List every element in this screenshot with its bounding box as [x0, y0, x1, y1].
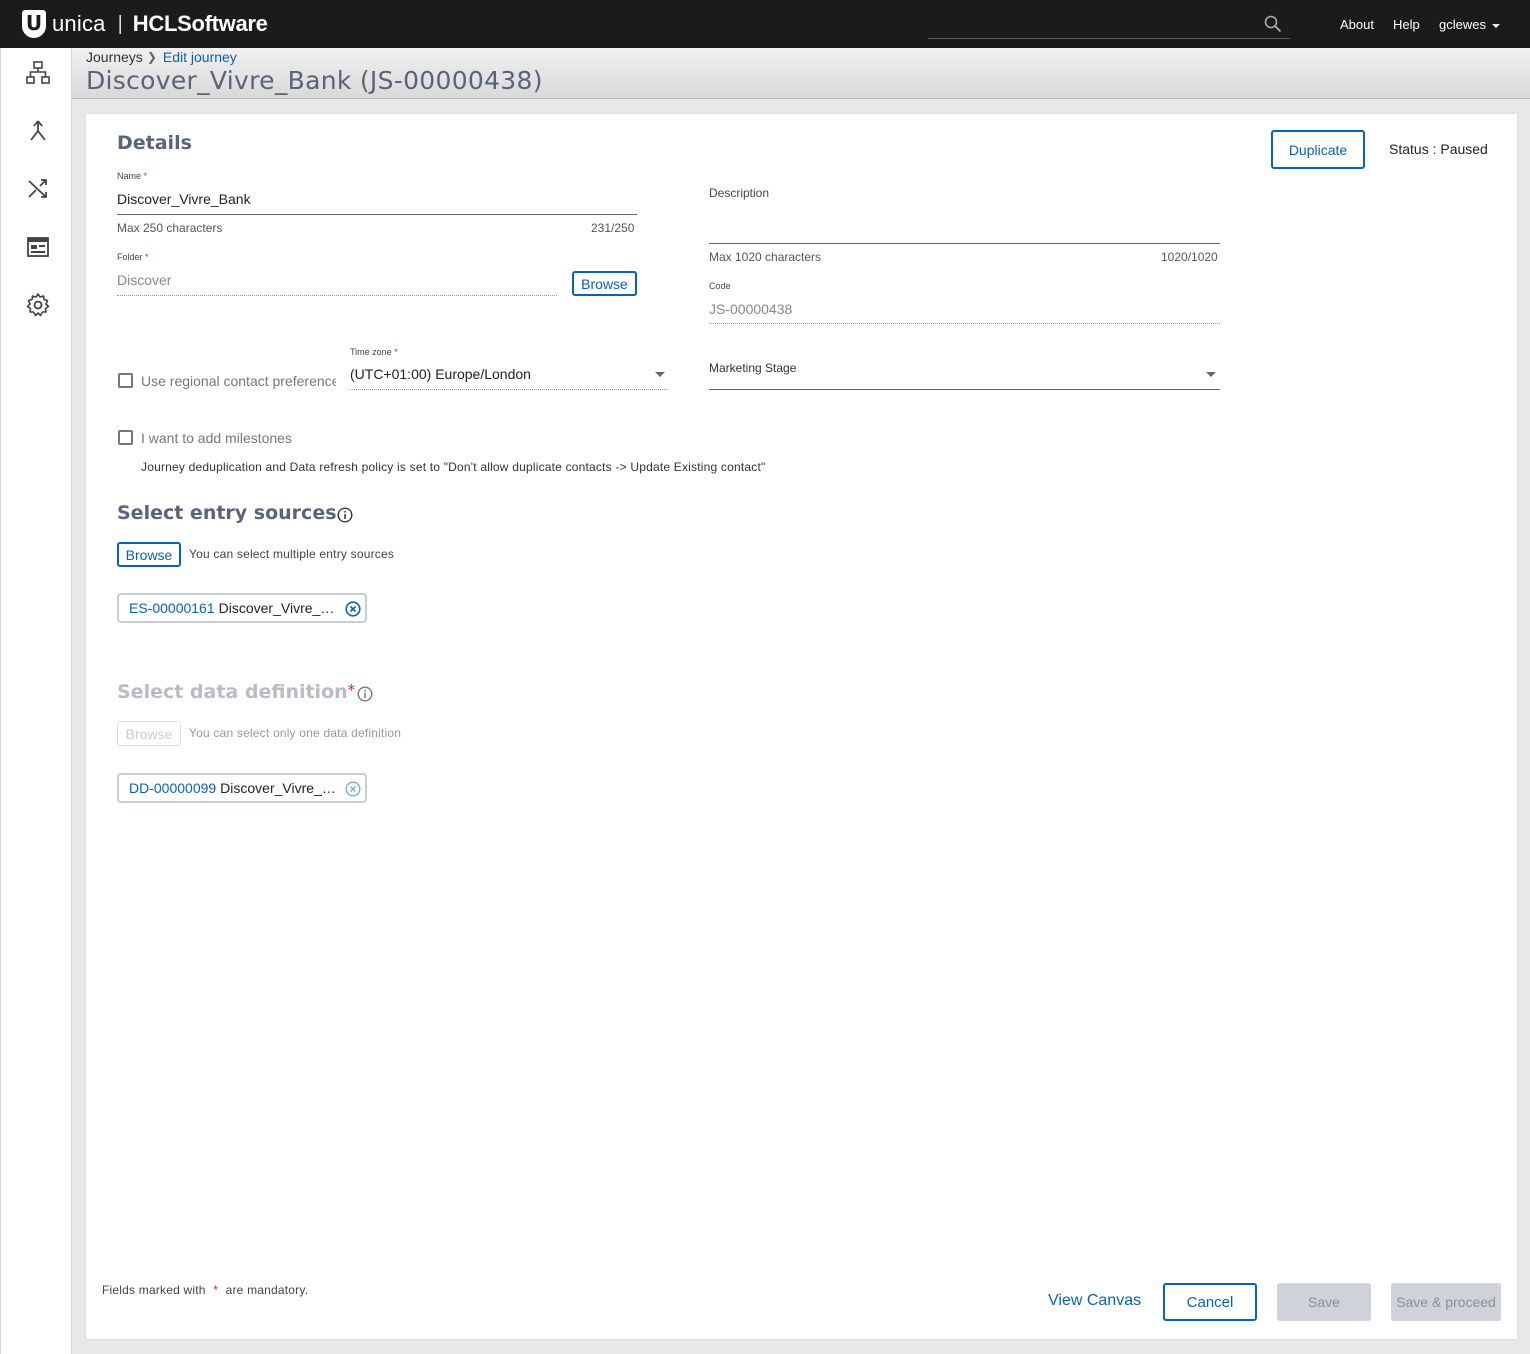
breadcrumb: Journeys ❯ Edit journey [86, 49, 237, 65]
name-field[interactable]: Discover_Vivre_Bank [117, 191, 251, 207]
data-definition-code[interactable]: DD-00000099 [129, 780, 216, 796]
entry-sources-hint: You can select multiple entry sources [189, 547, 395, 561]
description-char-count: 1020/1020 [1161, 250, 1218, 264]
page-header: Journeys ❯ Edit journey Discover_Vivre_B… [72, 48, 1530, 99]
description-field[interactable] [709, 214, 1219, 234]
entry-source-code[interactable]: ES-00000161 [129, 600, 215, 616]
entry-sources-browse-button[interactable]: Browse [117, 542, 181, 567]
mandatory-fields-note: Fields marked with * are mandatory. [102, 1283, 309, 1297]
regional-preference-checkbox[interactable] [118, 373, 133, 388]
settings-gear-icon[interactable] [25, 292, 51, 318]
info-icon[interactable] [357, 686, 373, 702]
timezone-label: Time zone * [350, 347, 398, 357]
data-definition-hint: You can select only one data definition [189, 726, 402, 740]
help-link[interactable]: Help [1393, 17, 1420, 32]
unica-logo-icon: U [22, 10, 46, 38]
description-max-hint: Max 1020 characters [709, 250, 822, 264]
code-label: Code [709, 281, 731, 291]
marketing-stage-dropdown-icon[interactable] [1206, 372, 1216, 377]
page-title: Discover_Vivre_Bank (JS-00000438) [86, 66, 543, 95]
data-definition-browse-button: Browse [117, 721, 181, 746]
milestones-label: I want to add milestones [141, 430, 292, 446]
entry-source-chip: ES-00000161 Discover_Vivre_Demo [117, 593, 367, 623]
merge-arrow-icon[interactable] [25, 118, 51, 144]
timezone-select[interactable]: (UTC+01:00) Europe/London [350, 366, 531, 382]
about-link[interactable]: About [1340, 17, 1374, 32]
duplicate-button[interactable]: Duplicate [1271, 130, 1365, 169]
breadcrumb-edit-journey[interactable]: Edit journey [163, 49, 237, 65]
entry-sources-heading: Select entry sources [117, 502, 337, 524]
description-label: Description [709, 186, 770, 200]
brand-unica-text: unica [52, 11, 106, 36]
user-name: gclewes [1439, 17, 1486, 32]
code-underline [709, 323, 1220, 324]
details-heading: Details [117, 132, 192, 154]
status-label: Status : Paused [1389, 141, 1488, 157]
chevron-down-icon [1491, 23, 1500, 28]
description-underline [709, 243, 1220, 244]
search-icon[interactable] [1264, 15, 1282, 33]
hierarchy-icon[interactable] [25, 60, 51, 86]
save-and-proceed-button: Save & proceed [1391, 1283, 1501, 1321]
journey-details-card: Details Duplicate Status : Paused Name *… [86, 114, 1517, 1339]
brand-hcl-text: HCLSoftware [132, 11, 268, 36]
info-icon[interactable] [337, 507, 353, 523]
entry-source-name: Discover_Vivre_Demo [218, 600, 343, 616]
timezone-dropdown-icon[interactable] [655, 372, 665, 377]
code-field: JS-00000438 [709, 301, 793, 317]
timezone-underline [350, 389, 667, 390]
dedup-policy-note: Journey deduplication and Data refresh p… [141, 460, 766, 474]
save-button: Save [1277, 1283, 1371, 1321]
remove-entry-source-icon[interactable] [345, 601, 361, 617]
left-sidebar [0, 48, 72, 1354]
data-definition-heading: Select data definition* [117, 681, 356, 703]
folder-underline [117, 295, 557, 296]
regional-preference-label: Use regional contact preference [141, 373, 336, 389]
data-definition-chip: DD-00000099 Discover_Vivre_Bank [117, 773, 367, 803]
cancel-button[interactable]: Cancel [1163, 1283, 1257, 1321]
folder-field[interactable]: Discover [117, 272, 171, 288]
user-menu[interactable]: gclewes [1439, 17, 1500, 32]
brand-separator: | [117, 12, 123, 35]
global-search [928, 12, 1290, 39]
view-canvas-button[interactable]: View Canvas [1048, 1292, 1141, 1310]
milestones-checkbox[interactable] [118, 430, 133, 445]
template-icon[interactable] [25, 234, 51, 260]
name-max-hint: Max 250 characters [117, 221, 223, 235]
search-input[interactable] [928, 12, 1258, 38]
top-navigation-bar: U unica | HCLSoftware About Help gclewes [0, 0, 1530, 48]
folder-browse-button[interactable]: Browse [572, 271, 637, 296]
chevron-right-icon: ❯ [146, 50, 157, 64]
remove-data-definition-icon [345, 781, 361, 797]
marketing-stage-underline [709, 389, 1220, 390]
brand-logo[interactable]: U unica | HCLSoftware [22, 10, 268, 38]
name-char-count: 231/250 [591, 221, 635, 235]
name-label: Name * [117, 171, 148, 181]
breadcrumb-journeys[interactable]: Journeys [86, 49, 143, 65]
marketing-stage-select[interactable] [709, 366, 1189, 384]
data-definition-name: Discover_Vivre_Bank [220, 780, 345, 796]
shuffle-icon[interactable] [25, 176, 51, 202]
folder-label: Folder * [117, 252, 149, 262]
name-underline [117, 214, 637, 215]
